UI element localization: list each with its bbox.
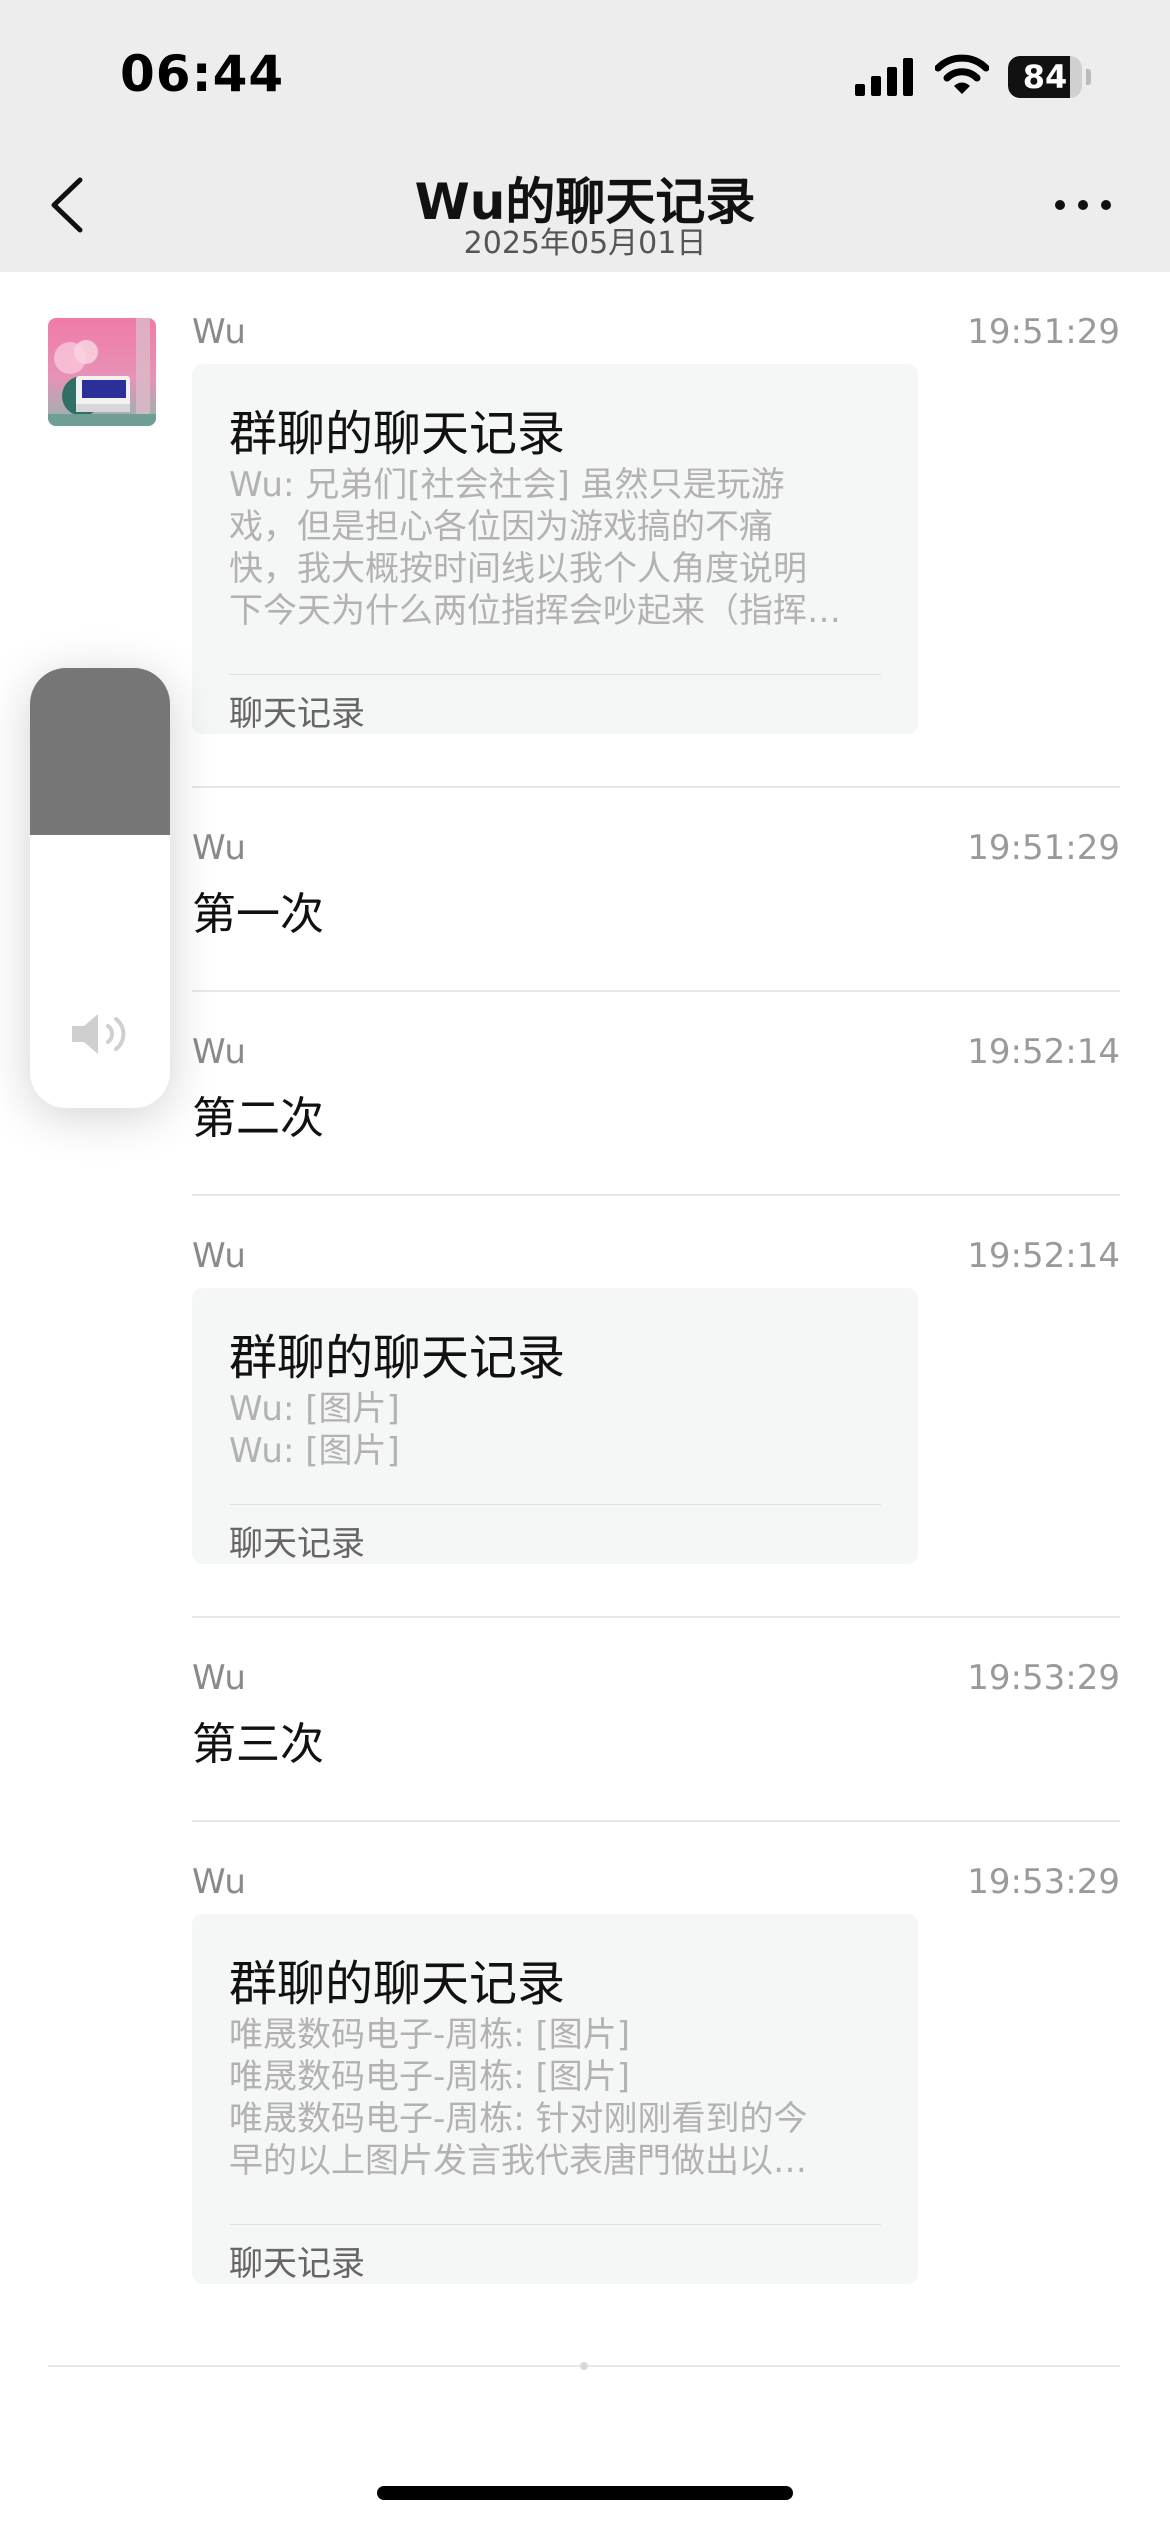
chat-record-card[interactable]: 群聊的聊天记录 Wu: [图片] Wu: [图片] 聊天记录 xyxy=(192,1288,918,1564)
sender-name: Wu xyxy=(192,828,246,868)
card-divider xyxy=(229,2224,881,2225)
message-divider xyxy=(192,1616,1120,1618)
more-dots-icon xyxy=(1055,200,1111,210)
card-title: 群聊的聊天记录 xyxy=(229,1330,566,1386)
card-footer: 聊天记录 xyxy=(229,1524,365,1564)
battery-percent: 84 xyxy=(1022,58,1068,96)
status-bar: 06:44 84 xyxy=(0,0,1170,150)
message-item: Wu 19:53:29 群聊的聊天记录 唯晟数码电子-周栋: [图片] 唯晟数码… xyxy=(192,1862,1120,2302)
message-item: Wu 19:52:14 第二次 xyxy=(192,1032,1120,1162)
message-time: 19:52:14 xyxy=(967,1032,1120,1072)
home-indicator[interactable] xyxy=(377,2486,793,2500)
message-item: Wu 19:51:29 群聊的聊天记录 Wu: 兄弟们[社会社会] 虽然只是玩游… xyxy=(192,312,1120,742)
message-divider xyxy=(192,1820,1120,1822)
message-item: Wu 19:51:29 第一次 xyxy=(192,828,1120,958)
preview-line: 早的以上图片发言我代表唐門做出以… xyxy=(229,2141,807,2181)
list-end-dot xyxy=(580,2362,588,2370)
message-time: 19:51:29 xyxy=(967,828,1120,868)
avatar[interactable] xyxy=(48,318,156,426)
more-button[interactable] xyxy=(1050,180,1120,230)
card-preview: Wu: [图片] Wu: [图片] xyxy=(229,1388,879,1472)
sender-name: Wu xyxy=(192,1236,246,1276)
message-text[interactable]: 第一次 xyxy=(192,878,324,942)
preview-line: 快，我大概按时间线以我个人角度说明 xyxy=(229,549,807,589)
status-time: 06:44 xyxy=(120,45,285,103)
preview-line: 唯晟数码电子-周栋: [图片] xyxy=(229,2057,631,2097)
preview-line: 唯晟数码电子-周栋: 针对刚刚看到的今 xyxy=(229,2099,808,2139)
cellular-signal-icon xyxy=(855,58,913,96)
message-item: Wu 19:53:29 第三次 xyxy=(192,1658,1120,1788)
message-time: 19:53:29 xyxy=(967,1862,1120,1902)
sender-name: Wu xyxy=(192,1658,246,1698)
message-divider xyxy=(192,786,1120,788)
preview-line: Wu: [图片] xyxy=(229,1389,400,1429)
message-divider xyxy=(192,1194,1120,1196)
preview-line: 唯晟数码电子-周栋: [图片] xyxy=(229,2015,631,2055)
message-item: Wu 19:52:14 群聊的聊天记录 Wu: [图片] Wu: [图片] 聊天… xyxy=(192,1236,1120,1576)
sender-name: Wu xyxy=(192,1032,246,1072)
preview-line: Wu: 兄弟们[社会社会] 虽然只是玩游 xyxy=(229,465,785,505)
volume-slider[interactable] xyxy=(30,668,170,1108)
card-preview: Wu: 兄弟们[社会社会] 虽然只是玩游 戏，但是担心各位因为游戏搞的不痛 快，… xyxy=(229,464,879,632)
preview-line: 戏，但是担心各位因为游戏搞的不痛 xyxy=(229,507,773,547)
nav-bar: Wu的聊天记录 2025年05月01日 xyxy=(0,150,1170,272)
card-divider xyxy=(229,1504,881,1505)
chat-record-card[interactable]: 群聊的聊天记录 唯晟数码电子-周栋: [图片] 唯晟数码电子-周栋: [图片] … xyxy=(192,1914,918,2284)
message-time: 19:51:29 xyxy=(967,312,1120,352)
speaker-icon xyxy=(72,1014,126,1054)
chat-record-card[interactable]: 群聊的聊天记录 Wu: 兄弟们[社会社会] 虽然只是玩游 戏，但是担心各位因为游… xyxy=(192,364,918,734)
preview-line: 下今天为什么两位指挥会吵起来（指挥… xyxy=(229,591,841,631)
message-text[interactable]: 第三次 xyxy=(192,1708,324,1772)
page-subtitle: 2025年05月01日 xyxy=(463,226,707,261)
card-footer: 聊天记录 xyxy=(229,2244,365,2284)
sender-name: Wu xyxy=(192,312,246,352)
card-title: 群聊的聊天记录 xyxy=(229,1956,566,2012)
message-text[interactable]: 第二次 xyxy=(192,1082,324,1146)
battery-icon: 84 xyxy=(1008,56,1091,98)
message-divider xyxy=(192,990,1120,992)
card-preview: 唯晟数码电子-周栋: [图片] 唯晟数码电子-周栋: [图片] 唯晟数码电子-周… xyxy=(229,2014,879,2182)
avatar-image xyxy=(48,318,156,426)
wifi-icon xyxy=(935,54,989,94)
message-time: 19:52:14 xyxy=(967,1236,1120,1276)
message-time: 19:53:29 xyxy=(967,1658,1120,1698)
sender-name: Wu xyxy=(192,1862,246,1902)
card-divider xyxy=(229,674,881,675)
volume-level-fill xyxy=(30,668,170,836)
card-title: 群聊的聊天记录 xyxy=(229,406,566,462)
preview-line: Wu: [图片] xyxy=(229,1431,400,1471)
card-footer: 聊天记录 xyxy=(229,694,365,734)
